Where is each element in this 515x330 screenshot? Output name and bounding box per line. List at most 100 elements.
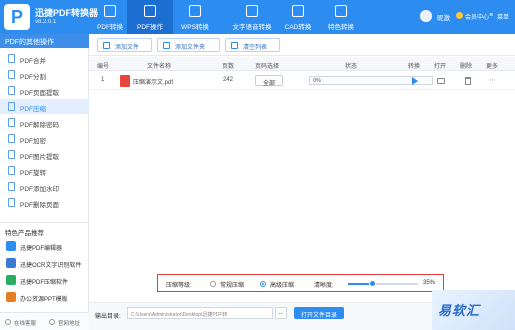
col-page-select: 页码选择 — [255, 64, 280, 70]
clear-list-button[interactable]: 清空列表 — [225, 38, 280, 52]
tab-pdf-operations[interactable]: PDF操作 — [127, 0, 173, 34]
document-icon — [8, 118, 15, 127]
add-file-label: 添加文件 — [115, 45, 140, 51]
clear-list-label: 清空列表 — [243, 45, 268, 51]
add-file-icon — [103, 42, 110, 49]
tab-label: 文字语音转换 — [232, 24, 272, 31]
toolbar: 添加文件 添加文件夹 清空列表 — [89, 34, 515, 56]
promo-label: 迅捷PDF压缩软件 — [20, 280, 69, 286]
promo-pdf-compressor[interactable]: 迅捷PDF压缩软件 — [0, 273, 89, 287]
add-folder-button[interactable]: 添加文件夹 — [157, 38, 220, 52]
high-compression-label[interactable]: 高级压缩 — [270, 280, 294, 289]
col-more: 更多 — [486, 64, 499, 70]
sidebar-item-label: PDF添加水印 — [20, 186, 59, 193]
sidebar-item-pdf-compress[interactable]: PDF压缩 — [0, 99, 89, 114]
normal-compression-label[interactable]: 常规压缩 — [220, 280, 244, 289]
sidebar-item-pdf-encrypt[interactable]: PDF加密 — [0, 131, 89, 146]
vip-center-link[interactable]: 会员中心 — [465, 12, 489, 21]
document-icon — [8, 166, 15, 175]
website-link[interactable]: 官网地址 — [58, 319, 80, 327]
col-index: 编号 — [97, 64, 110, 70]
sidebar-item-label: PDF解除密码 — [20, 122, 59, 129]
promo-ocr[interactable]: 迅捷OCR文字识别软件 — [0, 256, 89, 270]
row-index: 1 — [101, 77, 105, 83]
tab-wps-convert[interactable]: WPS转换 — [172, 0, 218, 34]
clarity-slider[interactable] — [348, 283, 418, 285]
pdf-convert-icon — [104, 5, 116, 17]
add-file-button[interactable]: 添加文件 — [97, 38, 152, 52]
table-row[interactable]: 1 压缩演示文.pdf 242 全部 0% ⋯ — [89, 72, 515, 90]
app-version: v8.2.0.1 — [35, 19, 57, 25]
promo-pdf-editor[interactable]: 迅捷PDF编辑器 — [0, 239, 89, 253]
clarity-slider-thumb[interactable] — [369, 280, 376, 287]
menu-button[interactable]: 菜单 — [497, 12, 509, 21]
sidebar-item-pdf-rotate[interactable]: PDF旋转 — [0, 163, 89, 178]
col-delete: 删除 — [460, 64, 473, 70]
sidebar-item-pdf-image-extract[interactable]: PDF图片提取 — [0, 147, 89, 162]
sidebar-item-pdf-merge[interactable]: PDF合并 — [0, 51, 89, 66]
browse-button[interactable]: ... — [275, 307, 287, 319]
sidebar-item-label: PDF删除页面 — [20, 202, 59, 209]
document-icon — [8, 54, 15, 63]
document-icon — [8, 134, 15, 143]
sidebar-item-label: PDF图片提取 — [20, 154, 59, 161]
add-folder-label: 添加文件夹 — [175, 45, 206, 51]
open-folder-button[interactable]: 打开文件目录 — [294, 307, 344, 319]
pdf-file-icon — [120, 75, 130, 87]
page-select-button[interactable]: 全部 — [255, 75, 283, 87]
pdf-editor-icon — [6, 241, 16, 251]
wps-convert-icon — [189, 5, 201, 17]
app-logo-icon: P — [4, 4, 30, 30]
trash-icon[interactable] — [465, 77, 471, 85]
sidebar-item-label: PDF加密 — [20, 138, 46, 145]
online-service-icon — [5, 319, 11, 325]
file-table-header: 编号 文件名称 页数 页码选择 状态 转换 打开 删除 更多 — [89, 57, 515, 71]
tab-special-convert[interactable]: 特色转换 — [318, 0, 364, 34]
sidebar-item-pdf-watermark[interactable]: PDF添加水印 — [0, 179, 89, 194]
high-compression-radio[interactable] — [260, 281, 266, 287]
promo-ppt-templates[interactable]: 办公资源PPT模板 — [0, 290, 89, 304]
document-icon — [8, 198, 15, 207]
tab-label: CAD转换 — [284, 24, 312, 31]
sidebar-item-pdf-split[interactable]: PDF分割 — [0, 67, 89, 82]
sidebar-item-pdf-decrypt[interactable]: PDF解除密码 — [0, 115, 89, 130]
tab-cad-convert[interactable]: CAD转换 — [275, 0, 321, 34]
vip-crown-icon — [456, 12, 463, 19]
document-icon — [8, 102, 15, 111]
menu-icon[interactable]: ≡ — [489, 12, 493, 19]
col-status: 状态 — [345, 64, 358, 70]
pdf-operations-icon — [144, 5, 156, 17]
file-list-area — [89, 91, 515, 271]
site-watermark: 易软汇 — [432, 290, 515, 330]
more-icon[interactable]: ⋯ — [489, 76, 496, 84]
row-pages: 242 — [223, 77, 234, 83]
online-service-link[interactable]: 在线客服 — [14, 319, 36, 327]
document-icon — [8, 182, 15, 191]
clarity-value: 35% — [423, 280, 436, 286]
promo-section-title: 特色产品推荐 — [5, 230, 44, 237]
tab-label: WPS转换 — [181, 24, 209, 31]
play-icon[interactable] — [412, 77, 418, 85]
sidebar-item-label: PDF旋转 — [20, 170, 46, 177]
sidebar-item-pdf-page-extract[interactable]: PDF页面提取 — [0, 83, 89, 98]
ppt-template-icon — [6, 292, 16, 302]
row-filename: 压缩演示文.pdf — [133, 80, 174, 86]
user-name[interactable]: 昵激 — [437, 12, 450, 22]
folder-icon[interactable] — [437, 78, 445, 84]
pdf-compressor-icon — [6, 275, 16, 285]
tab-text-voice-convert[interactable]: 文字语音转换 — [223, 0, 281, 34]
user-avatar[interactable] — [420, 10, 432, 22]
col-convert: 转换 — [408, 64, 421, 70]
compression-level-label: 压缩等级: — [166, 283, 192, 289]
sidebar-item-label: PDF分割 — [20, 74, 46, 81]
sidebar-item-label: PDF合并 — [20, 58, 46, 65]
sidebar-item-pdf-delete-pages[interactable]: PDF删除页面 — [0, 195, 89, 210]
col-filename: 文件名称 — [147, 64, 172, 70]
add-folder-icon — [163, 42, 170, 49]
output-path-field[interactable]: C:\Users\Administrator\Desktop\迅捷PDF转 — [127, 307, 273, 319]
normal-compression-radio[interactable] — [210, 281, 216, 287]
col-open: 打开 — [434, 64, 447, 70]
ocr-icon — [6, 258, 16, 268]
output-dir-label: 输出目录: — [95, 314, 121, 320]
promo-label: 迅捷PDF编辑器 — [20, 246, 63, 252]
